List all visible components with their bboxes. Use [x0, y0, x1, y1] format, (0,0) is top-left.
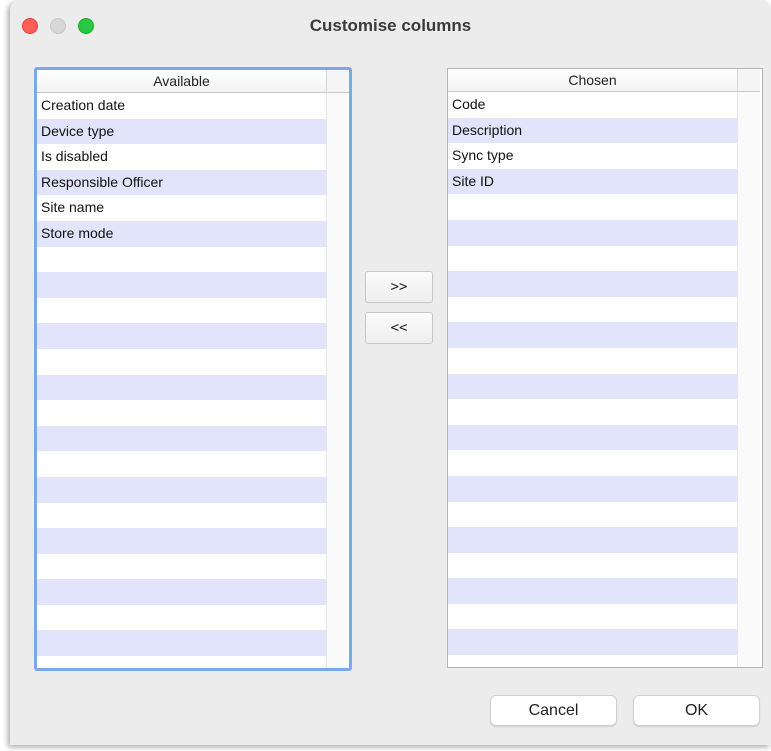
remove-column-button[interactable]: <<	[365, 312, 433, 344]
list-item[interactable]	[37, 400, 326, 426]
list-item[interactable]	[448, 424, 737, 451]
chosen-scroll-corner	[737, 69, 760, 92]
list-item[interactable]: Site ID	[448, 168, 737, 195]
list-item[interactable]: Creation date	[37, 93, 326, 119]
list-item[interactable]	[37, 425, 326, 452]
available-scrollbar[interactable]	[326, 93, 349, 668]
list-item[interactable]	[448, 296, 737, 323]
list-item[interactable]	[448, 245, 737, 272]
available-rows: Creation date Device type Is disabled Respo…	[37, 93, 326, 657]
list-item[interactable]	[37, 246, 326, 273]
list-item[interactable]	[37, 272, 326, 298]
chosen-columns-list[interactable]: Chosen Code Description Sync type Site ID	[447, 68, 763, 668]
list-item[interactable]	[448, 578, 737, 604]
list-item[interactable]: Responsible Officer	[37, 169, 326, 196]
list-item[interactable]	[448, 450, 737, 476]
ok-button[interactable]: OK	[633, 695, 760, 726]
title-bar[interactable]: Customise columns	[10, 0, 771, 54]
list-item[interactable]	[37, 604, 326, 631]
list-item[interactable]: Device type	[37, 118, 326, 145]
available-scroll-corner	[326, 70, 349, 93]
list-item[interactable]: Code	[448, 92, 737, 118]
list-item[interactable]	[37, 502, 326, 529]
add-column-button[interactable]: >>	[365, 271, 433, 303]
list-item[interactable]	[37, 579, 326, 605]
list-item[interactable]	[448, 501, 737, 528]
list-item[interactable]	[37, 374, 326, 401]
list-item[interactable]	[448, 347, 737, 374]
chosen-column-header[interactable]: Chosen	[448, 69, 737, 92]
list-item[interactable]	[448, 399, 737, 425]
list-item[interactable]	[37, 451, 326, 477]
cancel-button[interactable]: Cancel	[490, 695, 617, 726]
list-item[interactable]	[37, 323, 326, 349]
chosen-scrollbar[interactable]	[737, 92, 760, 667]
list-item[interactable]	[448, 373, 737, 400]
list-item[interactable]	[448, 603, 737, 630]
available-column-header[interactable]: Available	[37, 70, 326, 93]
list-item[interactable]	[37, 630, 326, 657]
list-item[interactable]	[448, 322, 737, 348]
list-item[interactable]: Site name	[37, 195, 326, 221]
list-item[interactable]: Is disabled	[37, 144, 326, 170]
list-item[interactable]	[37, 553, 326, 580]
list-item[interactable]	[448, 194, 737, 220]
list-item[interactable]	[37, 476, 326, 503]
list-item[interactable]	[37, 297, 326, 324]
list-item[interactable]	[37, 348, 326, 375]
available-columns-list[interactable]: Available Creation date Device type Is dis…	[34, 67, 352, 671]
list-item[interactable]	[448, 271, 737, 297]
customise-columns-dialog: Customise columns Available Creation dat…	[10, 0, 771, 745]
list-item[interactable]	[448, 527, 737, 553]
list-item[interactable]: Sync type	[448, 143, 737, 169]
window-title: Customise columns	[309, 16, 472, 35]
list-item[interactable]	[448, 629, 737, 656]
list-item[interactable]	[448, 219, 737, 246]
list-item[interactable]: Store mode	[37, 220, 326, 247]
list-item[interactable]: Description	[448, 117, 737, 144]
list-item[interactable]	[448, 552, 737, 579]
list-item[interactable]	[37, 528, 326, 554]
chosen-rows: Code Description Sync type Site ID	[448, 92, 737, 656]
list-item[interactable]	[448, 475, 737, 502]
